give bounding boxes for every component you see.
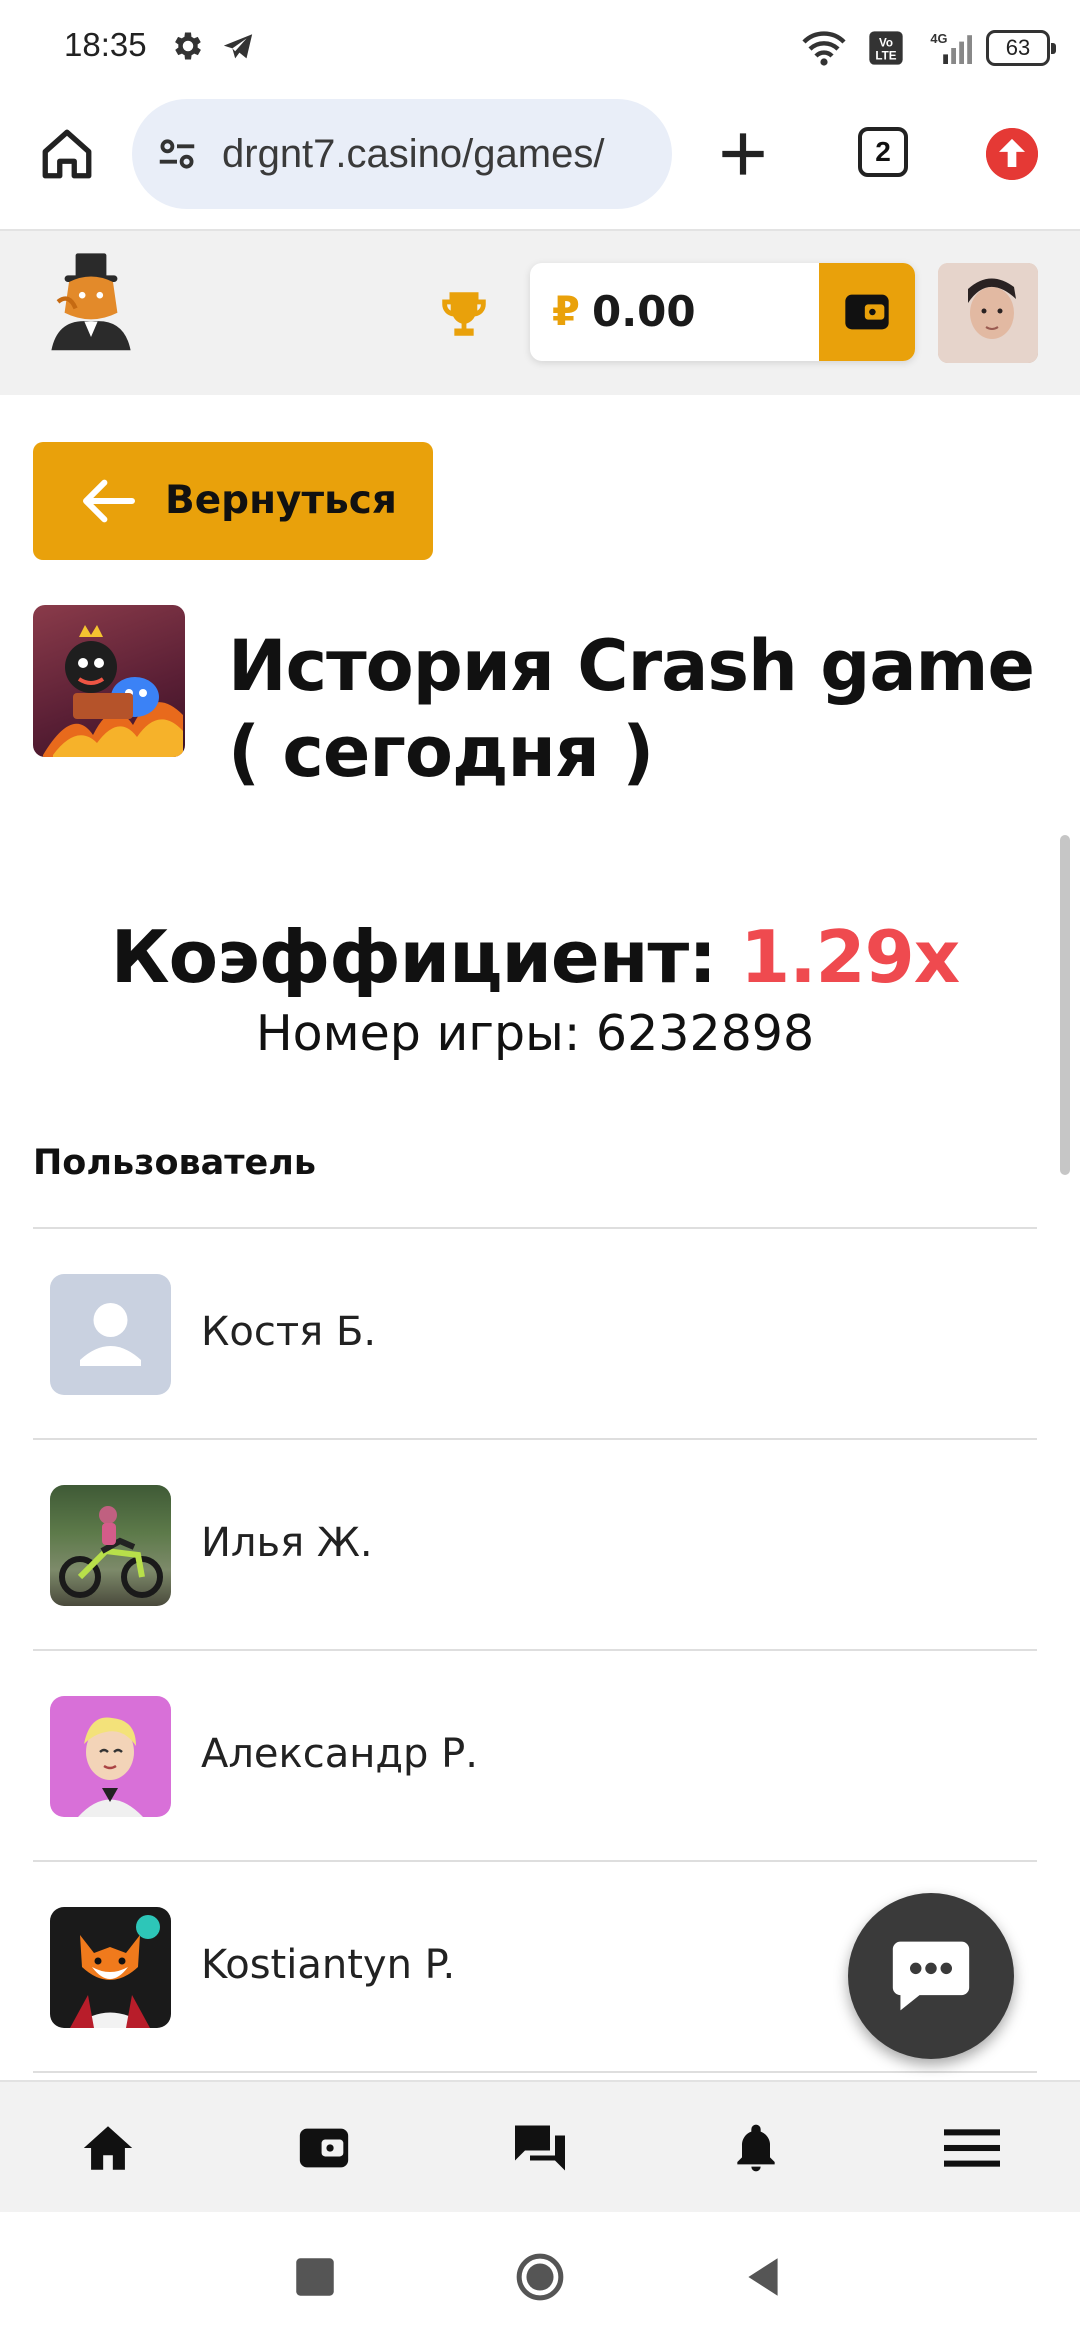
motorcycle-photo xyxy=(59,1506,163,1598)
user-column-header: Пользователь xyxy=(33,1143,317,1183)
game-thumbnail xyxy=(33,605,185,757)
arrow-left-icon xyxy=(83,479,135,523)
currency-symbol: ₽ xyxy=(552,289,580,335)
user-avatar xyxy=(50,1907,171,2028)
game-number-label: Номер игры: xyxy=(255,1005,581,1062)
nav-home[interactable] xyxy=(70,2110,146,2186)
nav-notifications[interactable] xyxy=(718,2110,794,2186)
back-button-label: Вернуться xyxy=(165,478,397,523)
battery-level: 63 xyxy=(1005,35,1031,60)
page-title: История Crash game ( сегодня ) xyxy=(228,625,1035,793)
main-content: Вернуться История Crash game ( сегодня )… xyxy=(0,395,1070,2080)
system-navigation xyxy=(0,2212,1080,2340)
coefficient-value: 1.29x xyxy=(740,915,960,999)
home-icon xyxy=(83,2126,133,2170)
status-icons: Vo LTE 4G 63 xyxy=(800,26,1056,70)
back-button[interactable]: Вернуться xyxy=(33,442,433,560)
svg-text:Vo: Vo xyxy=(879,36,893,49)
user-avatar xyxy=(50,1696,171,1817)
chat-icon xyxy=(515,2125,565,2171)
list-item: Костя Б. xyxy=(33,1229,1037,1440)
crash-game-image xyxy=(43,625,183,757)
balance-amount: 0.00 xyxy=(592,287,696,336)
tab-switcher-button[interactable]: 2 xyxy=(858,127,908,177)
battery-icon: 63 xyxy=(986,30,1056,66)
svg-text:LTE: LTE xyxy=(875,50,896,63)
gear-icon xyxy=(175,32,201,60)
user-name: Александр Р. xyxy=(201,1731,478,1777)
volte-icon: Vo LTE xyxy=(869,31,903,65)
user-avatar xyxy=(50,1485,171,1606)
update-icon[interactable] xyxy=(986,128,1038,180)
coefficient-row: Коэффициент: 1.29x xyxy=(0,915,1070,999)
default-avatar-icon xyxy=(50,1274,171,1395)
user-name: Костя Б. xyxy=(201,1309,377,1355)
game-number-value: 6232898 xyxy=(595,1005,815,1062)
coefficient-label: Коэффициент: xyxy=(110,915,717,999)
trophy-icon[interactable] xyxy=(434,285,494,343)
home-circle-icon[interactable] xyxy=(515,2252,565,2302)
chat-bubble-icon xyxy=(892,1941,970,2011)
user-name: Илья Ж. xyxy=(201,1520,373,1566)
home-icon[interactable] xyxy=(38,125,96,183)
game-number-row: Номер игры: 6232898 xyxy=(0,1005,1070,1062)
site-settings-icon[interactable] xyxy=(154,131,200,177)
logo-icon[interactable] xyxy=(36,249,146,359)
page-scrollbar[interactable] xyxy=(1060,835,1070,1175)
status-bar: 18:35 Vo LTE 4G 63 xyxy=(0,0,1080,95)
chat-button[interactable] xyxy=(848,1893,1014,2059)
wifi-icon xyxy=(802,31,846,66)
status-time: 18:35 xyxy=(64,26,147,63)
plus-icon[interactable] xyxy=(712,123,774,185)
bottom-navigation xyxy=(0,2080,1080,2212)
cartoon-avatar xyxy=(78,1717,143,1817)
wallet-button[interactable] xyxy=(819,263,915,361)
user-name: Kostiantyn P. xyxy=(201,1942,456,1988)
balance-widget[interactable]: ₽ 0.00 xyxy=(530,263,915,361)
tabs-count: 2 xyxy=(875,136,891,167)
menu-icon xyxy=(944,2129,1000,2167)
url-text[interactable]: drgnt7.casino/games/ xyxy=(222,132,604,177)
browser-toolbar: drgnt7.casino/games/ 2 xyxy=(0,95,1080,231)
profile-avatar[interactable] xyxy=(938,263,1038,363)
nav-chat[interactable] xyxy=(502,2110,578,2186)
wallet-icon xyxy=(845,294,889,330)
svg-text:4G: 4G xyxy=(930,31,947,46)
bell-icon xyxy=(737,2124,775,2172)
signal-4g-icon: 4G xyxy=(930,31,972,64)
address-bar[interactable]: drgnt7.casino/games/ xyxy=(132,99,672,209)
nav-menu[interactable] xyxy=(934,2110,1010,2186)
fox-avatar xyxy=(70,1915,160,2028)
wallet-icon xyxy=(299,2128,349,2168)
telegram-icon xyxy=(223,34,253,59)
list-item: Илья Ж. xyxy=(33,1440,1037,1651)
list-item: Александр Р. xyxy=(33,1651,1037,1862)
recents-icon[interactable] xyxy=(290,2252,340,2302)
nav-wallet[interactable] xyxy=(286,2110,362,2186)
profile-photo xyxy=(938,263,1038,363)
site-header: ₽ 0.00 xyxy=(0,231,1080,395)
back-triangle-icon[interactable] xyxy=(738,2252,788,2302)
